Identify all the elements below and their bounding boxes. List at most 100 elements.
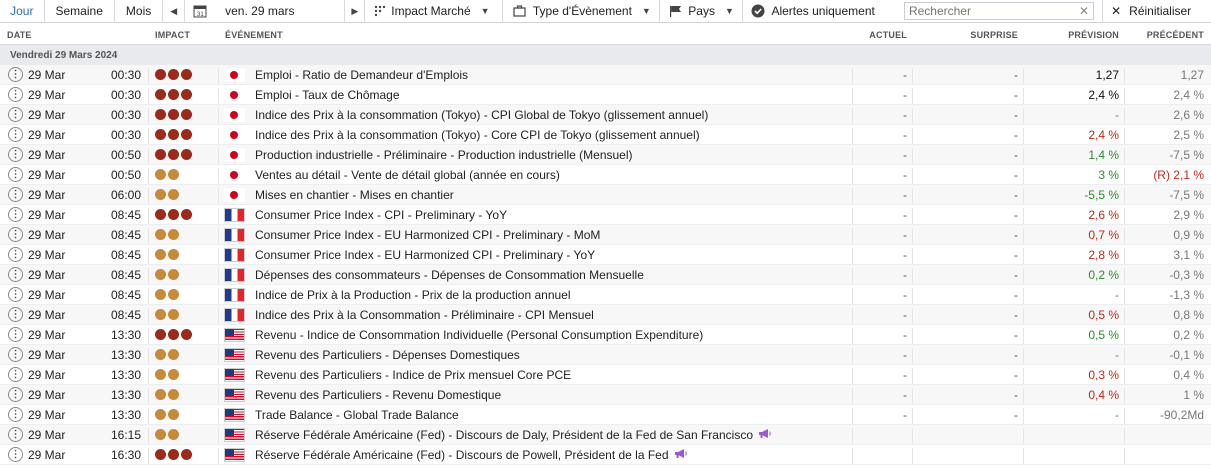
surprise-value: -	[1014, 188, 1018, 202]
info-icon[interactable]: ⋮	[8, 67, 23, 82]
table-row[interactable]: ⋮ 29 Mar 08:45 Indice des Prix à la Consomm…	[0, 305, 1211, 325]
alerts-only-toggle[interactable]: Alertes uniquement	[743, 0, 890, 22]
event-name[interactable]: Emploi - Taux de Chômage	[255, 88, 400, 102]
tab-month[interactable]: Mois	[115, 0, 164, 22]
table-row[interactable]: ⋮ 29 Mar 13:30 Trade Balance - Global Trade…	[0, 405, 1211, 425]
table-row[interactable]: ⋮ 29 Mar 08:45 Dépenses des consommateurs -…	[0, 265, 1211, 285]
event-name[interactable]: Emploi - Ratio de Demandeur d'Emplois	[255, 68, 468, 82]
info-icon[interactable]: ⋮	[8, 187, 23, 202]
event-name[interactable]: Revenu des Particuliers - Dépenses Domes…	[255, 348, 520, 362]
table-row[interactable]: ⋮ 29 Mar 00:50 Production industrielle - Pr…	[0, 145, 1211, 165]
info-icon[interactable]: ⋮	[8, 167, 23, 182]
info-icon[interactable]: ⋮	[8, 107, 23, 122]
event-name[interactable]: Dépenses des consommateurs - Dépenses de…	[255, 268, 644, 282]
impact-dot	[168, 69, 179, 80]
table-row[interactable]: ⋮ 29 Mar 13:30 Revenu - Indice de Consommat…	[0, 325, 1211, 345]
table-row[interactable]: ⋮ 29 Mar 13:30 Revenu des Particuliers - Re…	[0, 385, 1211, 405]
forecast-value: 0,5 %	[1088, 328, 1119, 342]
tab-week[interactable]: Semaine	[45, 0, 115, 22]
country-filter[interactable]: Pays ▼	[660, 0, 744, 22]
info-icon[interactable]: ⋮	[8, 247, 23, 262]
event-date: 29 Mar	[28, 428, 66, 442]
event-name[interactable]: Ventes au détail - Vente de détail globa…	[255, 168, 560, 182]
column-divider	[148, 268, 149, 284]
info-icon[interactable]: ⋮	[8, 387, 23, 402]
table-row[interactable]: ⋮ 29 Mar 00:30 Emploi - Ratio de Demandeur …	[0, 65, 1211, 85]
column-divider	[852, 328, 853, 344]
col-impact: IMPACT	[155, 30, 191, 40]
column-divider	[218, 68, 219, 84]
event-name[interactable]: Réserve Fédérale Américaine (Fed) - Disc…	[255, 448, 688, 462]
fr-flag-icon	[224, 268, 245, 282]
table-row[interactable]: ⋮ 29 Mar 08:45 Consumer Price Index - EU Ha…	[0, 225, 1211, 245]
info-icon[interactable]: ⋮	[8, 367, 23, 382]
event-name[interactable]: Revenu des Particuliers - Revenu Domesti…	[255, 388, 501, 402]
event-name[interactable]: Consumer Price Index - CPI - Preliminary…	[255, 208, 507, 222]
table-row[interactable]: ⋮ 29 Mar 16:30 Réserve Fédérale Américaine …	[0, 445, 1211, 465]
prev-date-button[interactable]: ◀	[163, 0, 186, 22]
event-name[interactable]: Indice des Prix à la consommation (Tokyo…	[255, 128, 700, 142]
event-name-text: Réserve Fédérale Américaine (Fed) - Disc…	[255, 448, 669, 462]
reset-button[interactable]: ✕ Réinitialiser	[1102, 0, 1211, 22]
info-icon[interactable]: ⋮	[8, 227, 23, 242]
event-name[interactable]: Revenu - Indice de Consommation Individu…	[255, 328, 703, 342]
event-name[interactable]: Trade Balance - Global Trade Balance	[255, 408, 459, 422]
tab-day[interactable]: Jour	[0, 0, 45, 22]
info-icon[interactable]: ⋮	[8, 407, 23, 422]
column-divider	[218, 128, 219, 144]
info-icon[interactable]: ⋮	[8, 87, 23, 102]
next-date-button[interactable]: ▶	[345, 0, 366, 22]
event-name[interactable]: Indice de Prix à la Production - Prix de…	[255, 288, 571, 302]
info-icon[interactable]: ⋮	[8, 427, 23, 442]
column-divider	[852, 288, 853, 304]
event-time: 13:30	[111, 328, 142, 342]
event-name[interactable]: Consumer Price Index - EU Harmonized CPI…	[255, 228, 600, 242]
info-icon[interactable]: ⋮	[8, 447, 23, 462]
event-type-filter[interactable]: Type d'Évènement ▼	[503, 0, 661, 22]
table-row[interactable]: ⋮ 29 Mar 00:30 Emploi - Taux de Chômage - - 2,…	[0, 85, 1211, 105]
forecast-value: 2,4 %	[1088, 128, 1119, 142]
table-row[interactable]: ⋮ 29 Mar 13:30 Revenu des Particuliers - Dé…	[0, 345, 1211, 365]
event-name[interactable]: Production industrielle - Préliminaire -…	[255, 148, 633, 162]
event-name-text: Ventes au détail - Vente de détail globa…	[255, 168, 560, 182]
event-time: 00:30	[111, 88, 142, 102]
table-row[interactable]: ⋮ 29 Mar 08:45 Indice de Prix à la Producti…	[0, 285, 1211, 305]
info-icon[interactable]: ⋮	[8, 327, 23, 342]
table-row[interactable]: ⋮ 29 Mar 00:30 Indice des Prix à la consomm…	[0, 105, 1211, 125]
table-row[interactable]: ⋮ 29 Mar 16:15 Réserve Fédérale Américaine …	[0, 425, 1211, 445]
column-divider	[148, 208, 149, 224]
table-row[interactable]: ⋮ 29 Mar 06:00 Mises en chantier - Mises en…	[0, 185, 1211, 205]
table-row[interactable]: ⋮ 29 Mar 13:30 Revenu des Particuliers - In…	[0, 365, 1211, 385]
fr-flag-icon	[224, 308, 245, 322]
table-row[interactable]: ⋮ 29 Mar 08:45 Consumer Price Index - CPI -…	[0, 205, 1211, 225]
info-icon[interactable]: ⋮	[8, 347, 23, 362]
info-icon[interactable]: ⋮	[8, 267, 23, 282]
actual-value: -	[903, 128, 907, 142]
clear-search-icon[interactable]: ✕	[1079, 4, 1089, 18]
search-input[interactable]	[908, 4, 1079, 18]
event-name-text: Consumer Price Index - EU Harmonized CPI…	[255, 228, 601, 242]
table-row[interactable]: ⋮ 29 Mar 00:50 Ventes au détail - Vente de …	[0, 165, 1211, 185]
event-name[interactable]: Réserve Fédérale Américaine (Fed) - Disc…	[255, 428, 772, 442]
info-icon[interactable]: ⋮	[8, 147, 23, 162]
event-name[interactable]: Consumer Price Index - EU Harmonized CPI…	[255, 248, 595, 262]
event-name[interactable]: Indice des Prix à la Consommation - Prél…	[255, 308, 594, 322]
impact-filter[interactable]: Impact Marché ▼	[365, 0, 503, 22]
toolbar: Jour Semaine Mois ◀ 31 ven. 29 mars ▶ Im…	[0, 0, 1211, 23]
info-icon[interactable]: ⋮	[8, 207, 23, 222]
event-name[interactable]: Mises en chantier - Mises en chantier	[255, 188, 454, 202]
table-row[interactable]: ⋮ 29 Mar 08:45 Consumer Price Index - EU Ha…	[0, 245, 1211, 265]
column-divider	[1124, 148, 1125, 164]
date-picker[interactable]: 31 ven. 29 mars	[185, 0, 346, 22]
info-icon[interactable]: ⋮	[8, 287, 23, 302]
table-row[interactable]: ⋮ 29 Mar 00:30 Indice des Prix à la consomm…	[0, 125, 1211, 145]
previous-value: (R) 2,1 %	[1153, 168, 1204, 182]
forecast-value: -	[1115, 348, 1119, 362]
event-time: 08:45	[111, 228, 142, 242]
event-name[interactable]: Indice des Prix à la consommation (Tokyo…	[255, 108, 708, 122]
info-icon[interactable]: ⋮	[8, 307, 23, 322]
event-name[interactable]: Revenu des Particuliers - Indice de Prix…	[255, 368, 571, 382]
info-icon[interactable]: ⋮	[8, 127, 23, 142]
previous-value: 3,1 %	[1173, 248, 1204, 262]
impact-dot	[155, 89, 166, 100]
